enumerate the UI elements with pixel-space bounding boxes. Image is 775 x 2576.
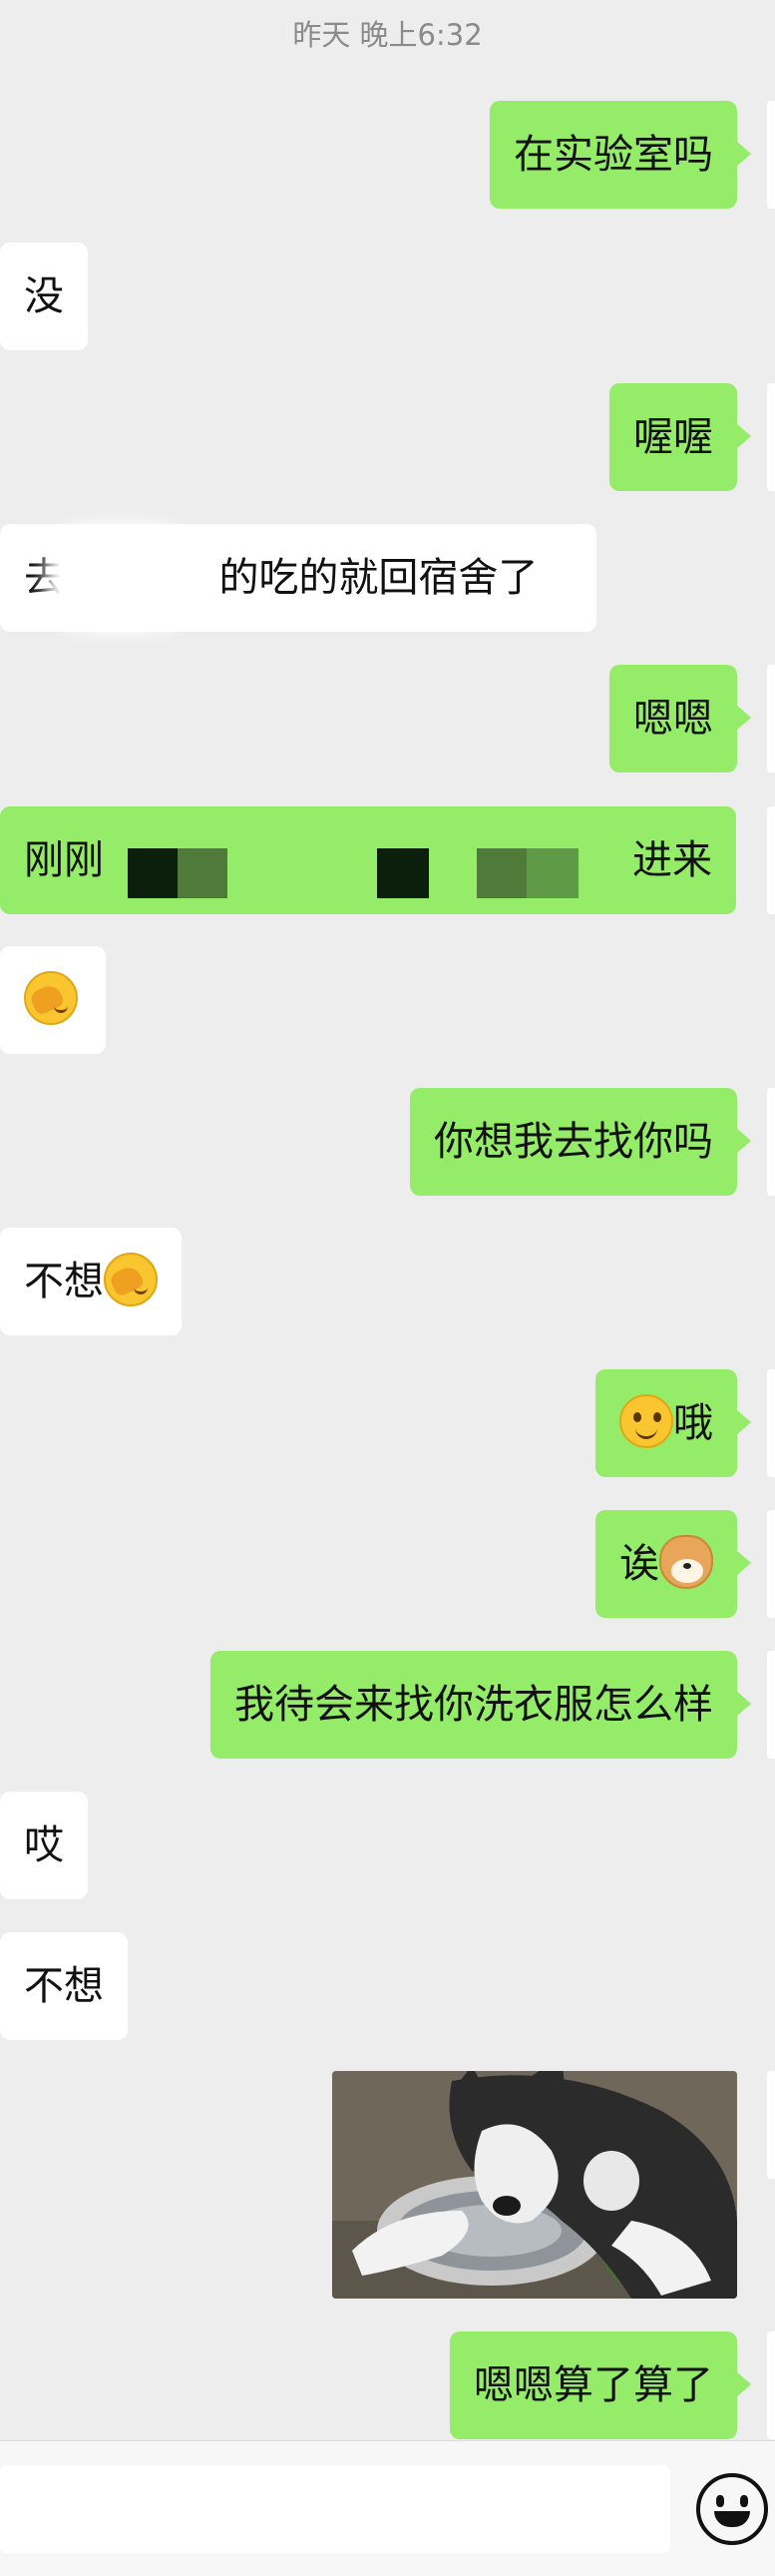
chat-timestamp: 昨天 晚上6:32: [292, 18, 483, 52]
message-bubble-sent[interactable]: 哦: [595, 1369, 751, 1477]
my-avatar[interactable]: [767, 383, 775, 491]
message-bubble-received[interactable]: 不想: [0, 1228, 182, 1335]
redaction-blur: [60, 538, 180, 618]
my-avatar[interactable]: [767, 2071, 775, 2179]
my-avatar[interactable]: [767, 1651, 775, 1759]
message-text: 诶: [619, 1541, 659, 1587]
facepalm-emoji-icon: [24, 971, 78, 1025]
message-text: 哦: [673, 1400, 713, 1446]
my-avatar[interactable]: [767, 806, 775, 914]
message-bubble-sent[interactable]: 诶: [595, 1510, 751, 1618]
redaction-pixel: [477, 848, 527, 898]
message-text-end: 进来: [632, 837, 712, 883]
message-bubble-received[interactable]: 不想: [0, 1932, 128, 2040]
message-bubble-sent[interactable]: 嗯嗯: [609, 665, 751, 773]
message-bubble-sent[interactable]: 在实验室吗: [490, 101, 751, 209]
doge-emoji-icon: [659, 1535, 713, 1589]
message-text: 哎: [24, 1822, 64, 1868]
message-text-end: 的吃的就回宿舍了: [218, 555, 539, 601]
message-bubble-sent[interactable]: 你想我去找你吗: [410, 1088, 751, 1196]
redaction-pixel: [527, 848, 579, 898]
message-bubble-received-highlighted[interactable]: 刚刚 进来: [0, 806, 736, 914]
message-bubble-received[interactable]: [0, 946, 106, 1054]
message-input[interactable]: [0, 2465, 670, 2553]
message-text: 不想: [24, 1963, 104, 2009]
message-text: 没: [24, 273, 64, 319]
message-text-start: 刚刚: [24, 837, 104, 883]
my-avatar[interactable]: [767, 2331, 775, 2439]
redaction-pixel: [178, 848, 227, 898]
message-text: 你想我去找你吗: [434, 1119, 713, 1165]
message-text: 嗯嗯算了算了: [474, 2362, 713, 2408]
my-avatar[interactable]: [767, 1510, 775, 1618]
husky-drinking-photo[interactable]: [332, 2071, 737, 2299]
my-avatar[interactable]: [767, 1088, 775, 1196]
message-bubble-sent[interactable]: 嗯嗯算了算了: [450, 2331, 751, 2439]
message-text-start: 去: [24, 555, 64, 601]
redaction-pixel: [128, 848, 178, 898]
facepalm-emoji-icon: [104, 1253, 158, 1306]
my-avatar[interactable]: [767, 1369, 775, 1477]
message-input-bar: [0, 2440, 775, 2576]
smile-emoji-icon: [619, 1394, 673, 1448]
message-text: 嗯嗯: [633, 696, 713, 742]
my-avatar[interactable]: [767, 665, 775, 773]
message-text: 在实验室吗: [514, 132, 713, 178]
message-text: 不想: [24, 1259, 104, 1304]
my-avatar[interactable]: [767, 101, 775, 209]
message-text: 喔喔: [633, 414, 713, 460]
message-bubble-sent[interactable]: 我待会来找你洗衣服怎么样: [210, 1651, 751, 1759]
redaction-pixel: [377, 848, 429, 898]
smiley-icon[interactable]: [696, 2473, 768, 2545]
message-bubble-received[interactable]: 去 的吃的就回宿舍了: [0, 524, 596, 632]
message-bubble-received[interactable]: 哎: [0, 1792, 88, 1899]
husky-photo-image: [332, 2071, 737, 2299]
message-bubble-received[interactable]: 没: [0, 243, 88, 350]
message-text: 我待会来找你洗衣服怎么样: [234, 1682, 713, 1728]
message-bubble-sent[interactable]: 喔喔: [609, 383, 751, 491]
